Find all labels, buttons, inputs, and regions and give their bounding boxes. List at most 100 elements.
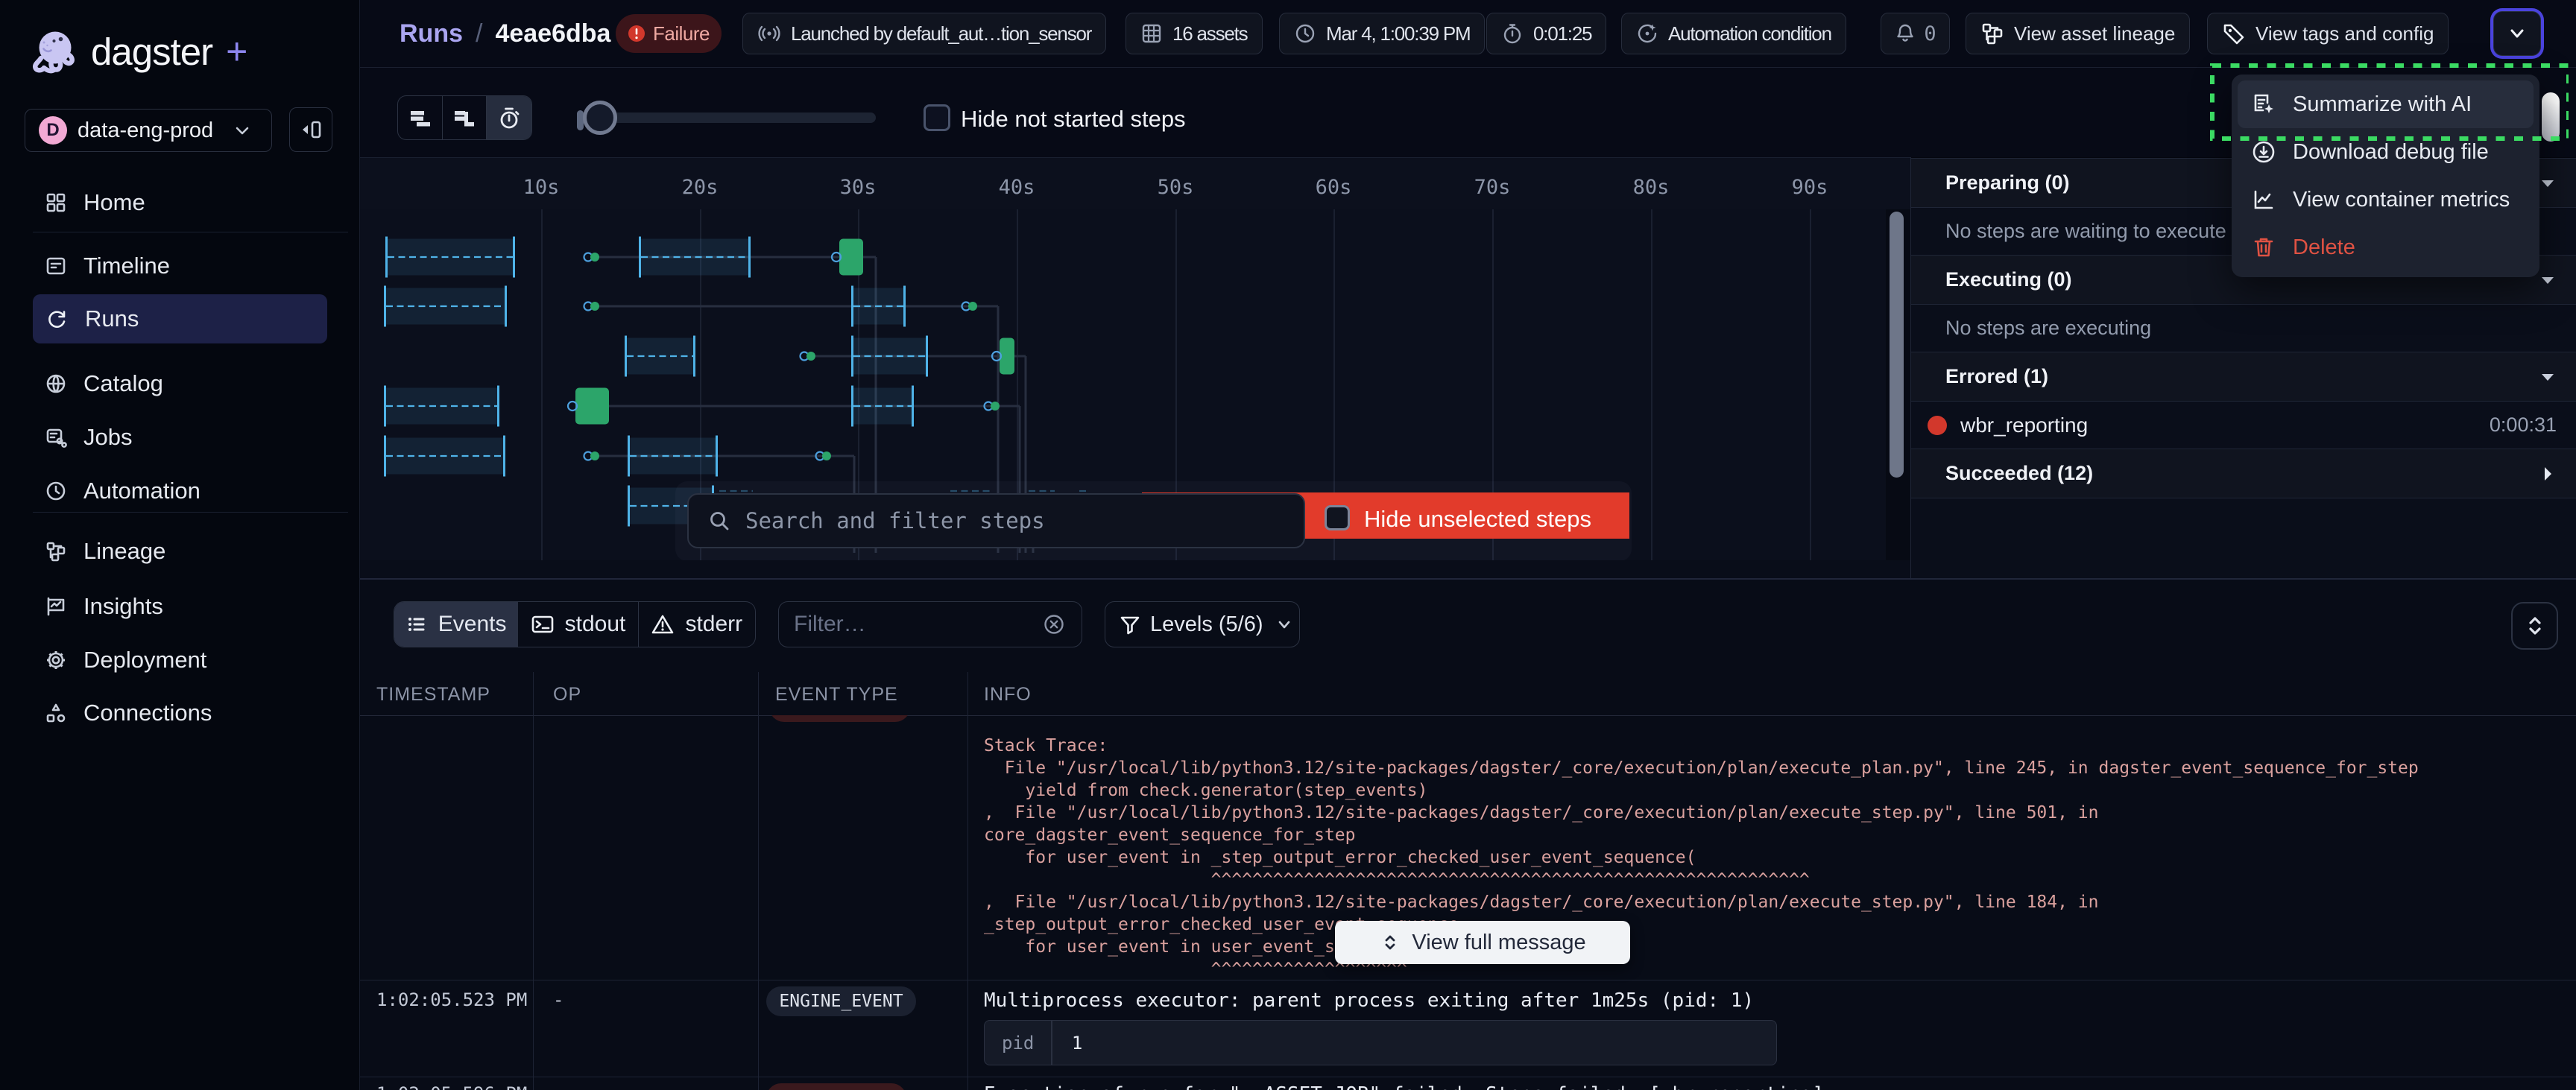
tab-stdout[interactable]: stdout xyxy=(518,602,638,647)
breadcrumb: Runs / 4eae6dba xyxy=(400,0,610,67)
notification-count: 0 xyxy=(1924,22,1936,45)
expand-message-icon xyxy=(1379,931,1401,954)
axis-tick-label: 10s xyxy=(523,176,560,199)
errored-status-dot xyxy=(1928,416,1947,435)
axis-tick-label: 60s xyxy=(1316,176,1352,199)
gantt-lower-gutter xyxy=(360,560,1910,578)
view-tags-and-config-button[interactable]: View tags and config xyxy=(2207,13,2449,54)
sidebar-item-connections[interactable]: Connections xyxy=(33,688,327,738)
log-filter-input[interactable]: Filter… xyxy=(778,601,1082,647)
menu-item-delete[interactable]: Delete xyxy=(2238,224,2534,271)
collapse-sidebar-button[interactable] xyxy=(289,107,332,152)
tag-icon xyxy=(2222,22,2246,45)
gantt-zoom-slider-handle[interactable] xyxy=(583,101,617,135)
run-id: 4eae6dba xyxy=(495,19,610,48)
gantt-scrollbar-thumb[interactable] xyxy=(1890,212,1904,478)
breadcrumb-runs-link[interactable]: Runs xyxy=(400,19,463,48)
caret-down-icon[interactable] xyxy=(2537,270,2558,291)
menu-item-label: Summarize with AI xyxy=(2293,92,2472,117)
section-title: Executing (0) xyxy=(1945,268,2072,291)
step-row-wbr_reporting[interactable]: wbr_reporting 0:00:31 xyxy=(1911,401,2576,449)
levels-dropdown[interactable]: Levels (5/6) xyxy=(1105,601,1300,647)
axis-tick-label: 70s xyxy=(1474,176,1511,199)
event-timestamp: 1:02:05.596 PM xyxy=(376,1083,527,1090)
step-section-header[interactable]: Succeeded (12) xyxy=(1911,449,2576,498)
deployment-switcher[interactable]: D data-eng-prod xyxy=(25,109,272,152)
insights-icon xyxy=(45,595,67,618)
step-section-empty-text: No steps are executing xyxy=(1911,304,2576,352)
sidebar-item-catalog[interactable]: Catalog xyxy=(33,359,327,408)
section-title: Errored (1) xyxy=(1945,365,2048,388)
deployment-avatar: D xyxy=(39,116,67,145)
gantt-timed-view-button[interactable] xyxy=(487,96,531,139)
run-actions-menu-button[interactable] xyxy=(2493,11,2541,56)
axis-tick-label: 30s xyxy=(840,176,877,199)
caret-down-icon[interactable] xyxy=(2537,367,2558,387)
step-search-input[interactable]: Search and filter steps xyxy=(687,493,1305,548)
column-header-op: OP xyxy=(553,684,581,706)
sidebar-item-insights[interactable]: Insights xyxy=(33,582,327,631)
dagster-logo[interactable]: dagster + xyxy=(33,27,247,76)
step-duration: 0:00:31 xyxy=(2490,413,2557,437)
console-icon xyxy=(531,612,555,636)
status-badge-label: Failure xyxy=(653,22,710,45)
axis-tick-label: 20s xyxy=(682,176,719,199)
deployment-icon xyxy=(45,649,67,671)
menu-item-summarize-with-ai[interactable]: Summarize with AI xyxy=(2238,80,2534,128)
top-bar: Runs / 4eae6dba Failure Launched by defa… xyxy=(360,0,2576,68)
stopwatch-icon xyxy=(496,105,522,130)
tab-label: Events xyxy=(438,612,507,637)
app-root: dagster + D data-eng-prod Home Timeline … xyxy=(0,0,2576,1090)
log-filter-placeholder: Filter… xyxy=(794,612,1041,637)
section-title: Succeeded (12) xyxy=(1945,462,2093,485)
step-section-header[interactable]: Errored (1) xyxy=(1911,352,2576,401)
expand-log-panel-button[interactable] xyxy=(2511,602,2558,650)
notifications-button[interactable]: 0 xyxy=(1881,13,1950,54)
sidebar-item-jobs[interactable]: Jobs xyxy=(33,413,327,462)
clear-filter-icon[interactable] xyxy=(1041,612,1067,637)
funnel-icon xyxy=(1119,613,1141,636)
menu-item-view-container-metrics[interactable]: View container metrics xyxy=(2238,176,2534,224)
sidebar-item-timeline[interactable]: Timeline xyxy=(33,241,327,291)
sidebar-item-automation[interactable]: Automation xyxy=(33,466,327,516)
gantt-waterfall-view-button[interactable] xyxy=(443,96,487,139)
deployment-name: data-eng-prod xyxy=(78,118,213,143)
hide-not-started-checkbox[interactable] xyxy=(924,104,950,131)
button-label: View asset lineage xyxy=(2014,22,2175,45)
view-asset-lineage-button[interactable]: View asset lineage xyxy=(1966,13,2190,54)
brand-name: dagster xyxy=(91,30,212,74)
tab-events[interactable]: Events xyxy=(394,602,518,647)
chevron-down-icon xyxy=(2506,22,2528,45)
automation-icon xyxy=(45,480,67,502)
view-full-message-button[interactable]: View full message xyxy=(1335,921,1630,964)
sidebar-item-runs[interactable]: Runs xyxy=(33,294,327,343)
bell-icon xyxy=(1894,22,1916,45)
menu-item-label: Delete xyxy=(2293,235,2355,260)
sidebar-item-deployment[interactable]: Deployment xyxy=(33,636,327,685)
sidebar-item-label: Home xyxy=(83,189,145,216)
gantt-zoom-slider-track[interactable] xyxy=(578,113,876,123)
run-tag: Launched by default_aut…tion_sensor xyxy=(742,13,1106,54)
sidebar-item-home[interactable]: Home xyxy=(33,178,327,227)
sidebar-item-lineage[interactable]: Lineage xyxy=(33,527,327,576)
section-title: Preparing (0) xyxy=(1945,171,2070,194)
caret-down-icon[interactable] xyxy=(2537,173,2558,194)
run-tag-label: Launched by default_aut…tion_sensor xyxy=(791,22,1091,45)
run-tag-label: 0:01:25 xyxy=(1533,22,1591,45)
axis-tick-label: 90s xyxy=(1792,176,1828,199)
step-name: wbr_reporting xyxy=(1960,413,2088,437)
menu-item-download-debug-file[interactable]: Download debug file xyxy=(2238,128,2534,176)
axis-tick-label: 80s xyxy=(1633,176,1670,199)
clock-icon xyxy=(1294,22,1316,45)
tab-label: stderr xyxy=(685,612,742,637)
hide-unselected-checkbox[interactable] xyxy=(1325,505,1350,530)
gantt-chart[interactable]: Hide unselected steps Search and filter … xyxy=(360,209,1886,560)
gantt-time-axis: 10s20s30s40s50s60s70s80s90s xyxy=(360,157,1910,209)
scroll-indicator xyxy=(2542,92,2560,142)
metadata-value: 1 xyxy=(1052,1033,1102,1053)
gantt-flat-view-button[interactable] xyxy=(398,96,443,139)
caret-right-icon[interactable] xyxy=(2537,463,2558,484)
column-header-event-type: EVENT TYPE xyxy=(775,684,898,706)
tab-stderr[interactable]: stderr xyxy=(639,602,755,647)
dagster-octopus-icon xyxy=(33,28,79,75)
